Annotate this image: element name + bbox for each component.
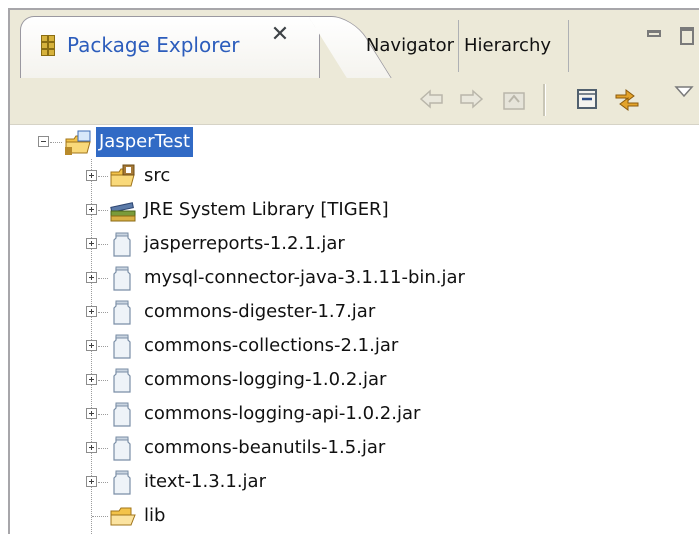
up-icon[interactable] xyxy=(499,84,529,114)
expand-toggle[interactable] xyxy=(86,204,97,215)
jar-icon xyxy=(108,299,136,325)
toolbar-separator xyxy=(543,84,546,116)
expand-toggle[interactable] xyxy=(86,238,97,249)
package-tree: JasperTest src JRE System Library [TIGER… xyxy=(10,125,699,534)
source-folder-icon xyxy=(108,163,136,189)
java-project-icon xyxy=(62,129,91,155)
tree-connector xyxy=(98,346,108,347)
tree-row-src[interactable]: src xyxy=(10,159,690,193)
tree-row-label: JasperTest xyxy=(96,127,194,157)
view-tab-bar: Package Explorer ✕ Navigator Hierarchy xyxy=(10,10,699,79)
tree-connector xyxy=(98,414,108,415)
tree-connector xyxy=(98,210,108,211)
tree-row-label: commons-beanutils-1.5.jar xyxy=(144,437,386,458)
expand-toggle[interactable] xyxy=(86,306,97,317)
link-with-editor-icon[interactable] xyxy=(612,84,642,114)
tree-connector xyxy=(50,142,62,143)
back-icon[interactable] xyxy=(417,84,447,114)
tree-row-label: jasperreports-1.2.1.jar xyxy=(144,233,345,254)
tab-hierarchy[interactable]: Hierarchy xyxy=(460,20,569,72)
tree-row-label: commons-collections-2.1.jar xyxy=(144,335,399,356)
close-icon[interactable]: ✕ xyxy=(267,22,293,48)
collapse-toggle[interactable] xyxy=(38,136,49,147)
tab-navigator[interactable]: Navigator xyxy=(340,20,459,72)
expand-toggle[interactable] xyxy=(86,476,97,487)
package-explorer-icon xyxy=(41,35,55,57)
view-menu-icon[interactable] xyxy=(672,82,699,112)
tree-connector xyxy=(98,244,108,245)
jar-icon xyxy=(108,265,136,291)
tree-connector xyxy=(98,312,108,313)
tree-row-jar[interactable]: commons-logging-api-1.0.2.jar xyxy=(10,397,690,431)
expand-toggle[interactable] xyxy=(86,408,97,419)
tree-row-jar[interactable]: commons-logging-1.0.2.jar xyxy=(10,363,690,397)
tab-package-explorer-label: Package Explorer xyxy=(67,33,240,57)
expand-toggle[interactable] xyxy=(86,374,97,385)
tree-row-label: mysql-connector-java-3.1.11-bin.jar xyxy=(144,267,465,288)
tree-row-project[interactable]: JasperTest xyxy=(10,125,690,159)
tree-row-jar[interactable]: jasperreports-1.2.1.jar xyxy=(10,227,690,261)
tree-row-label: commons-logging-1.0.2.jar xyxy=(144,369,387,390)
expand-toggle[interactable] xyxy=(86,340,97,351)
maximize-icon[interactable] xyxy=(680,27,694,45)
jar-icon xyxy=(108,401,136,427)
minimize-icon[interactable] xyxy=(647,30,661,37)
tree-row-label: itext-1.3.1.jar xyxy=(144,471,266,492)
tree-connector xyxy=(92,516,108,517)
jar-icon xyxy=(108,231,136,257)
expand-toggle[interactable] xyxy=(86,442,97,453)
tree-connector xyxy=(98,380,108,381)
tree-connector xyxy=(98,482,108,483)
expand-toggle[interactable] xyxy=(86,272,97,283)
tree-row-jar[interactable]: commons-collections-2.1.jar xyxy=(10,329,690,363)
tree-connector xyxy=(98,448,108,449)
tree-connector xyxy=(98,278,108,279)
tree-row-jar[interactable]: mysql-connector-java-3.1.11-bin.jar xyxy=(10,261,690,295)
tree-row-lib[interactable]: lib xyxy=(10,499,690,533)
tree-row-label: JRE System Library [TIGER] xyxy=(144,199,389,220)
folder-icon xyxy=(108,503,136,529)
forward-icon[interactable] xyxy=(456,84,486,114)
tree-row-jar[interactable]: commons-digester-1.7.jar xyxy=(10,295,690,329)
tree-row-label: commons-logging-api-1.0.2.jar xyxy=(144,403,421,424)
collapse-all-icon[interactable] xyxy=(572,84,602,114)
library-icon xyxy=(108,197,136,223)
tree-row-label: src xyxy=(144,165,171,186)
jar-icon xyxy=(108,333,136,359)
tree-row-jar[interactable]: commons-beanutils-1.5.jar xyxy=(10,431,690,465)
tree-row-jre-library[interactable]: JRE System Library [TIGER] xyxy=(10,193,690,227)
tree-row-label: lib xyxy=(144,505,166,526)
jar-icon xyxy=(108,469,136,495)
tree-connector xyxy=(98,176,108,177)
tree-row-label: commons-digester-1.7.jar xyxy=(144,301,376,322)
expand-toggle[interactable] xyxy=(86,170,97,181)
jar-icon xyxy=(108,367,136,393)
package-explorer-view: Package Explorer ✕ Navigator Hierarchy J… xyxy=(8,8,699,534)
jar-icon xyxy=(108,435,136,461)
tree-row-jar[interactable]: itext-1.3.1.jar xyxy=(10,465,690,499)
view-toolbar xyxy=(10,78,699,125)
